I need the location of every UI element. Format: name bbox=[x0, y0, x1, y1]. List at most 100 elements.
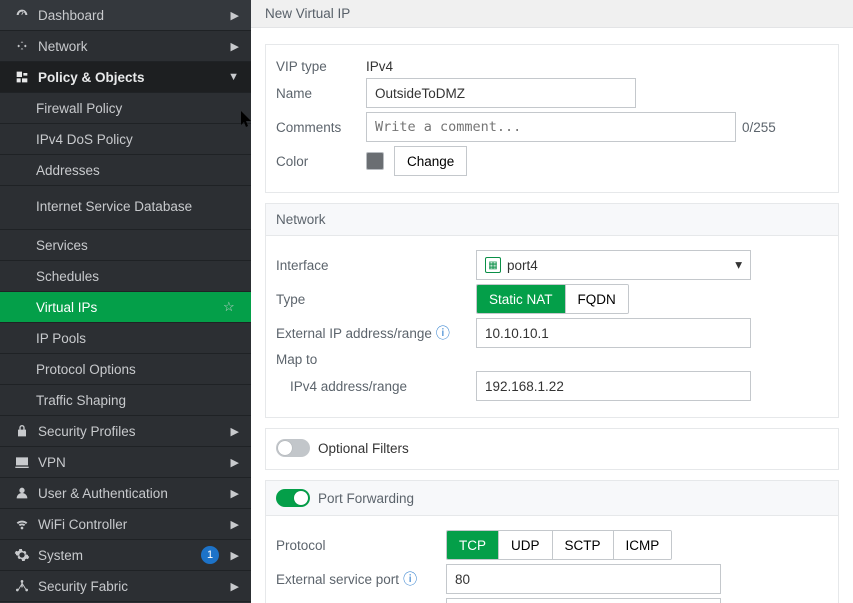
vip-basic-group: VIP type IPv4 Name Comments 0/255 Color bbox=[265, 44, 839, 193]
port-forwarding-label: Port Forwarding bbox=[318, 491, 414, 506]
interface-icon: ▦ bbox=[485, 257, 501, 273]
vip-type-value: IPv4 bbox=[366, 59, 393, 74]
sidebar-item-firewall-policy[interactable]: Firewall Policy bbox=[0, 93, 251, 124]
comments-label: Comments bbox=[276, 120, 366, 135]
external-ip-input[interactable] bbox=[476, 318, 751, 348]
change-color-button[interactable]: Change bbox=[394, 146, 467, 176]
nav-label: WiFi Controller bbox=[32, 517, 225, 532]
comments-input[interactable] bbox=[366, 112, 736, 142]
sidebar: Dashboard ▶ Network ▶ Policy & Objects ▼… bbox=[0, 0, 251, 603]
nav-label: System bbox=[32, 548, 201, 563]
interface-value: port4 bbox=[507, 258, 538, 273]
favorite-icon[interactable]: ☆ bbox=[223, 299, 239, 315]
sidebar-item-internet-service-db[interactable]: Internet Service Database bbox=[0, 186, 251, 230]
type-label: Type bbox=[276, 292, 476, 307]
chevron-right-icon: ▶ bbox=[225, 9, 239, 22]
dashboard-icon bbox=[12, 7, 32, 23]
sidebar-item-label: Virtual IPs bbox=[36, 300, 223, 315]
nav-label: Policy & Objects bbox=[32, 70, 225, 85]
optional-filters-toggle[interactable] bbox=[276, 439, 310, 457]
sidebar-item-label: Firewall Policy bbox=[36, 101, 239, 116]
external-ip-label: External IP address/rangeⓘ bbox=[276, 323, 476, 343]
chevron-right-icon: ▶ bbox=[225, 425, 239, 438]
chevron-right-icon: ▶ bbox=[225, 518, 239, 531]
color-swatch bbox=[366, 152, 384, 170]
sidebar-item-protocol-options[interactable]: Protocol Options bbox=[0, 354, 251, 385]
optional-filters-label: Optional Filters bbox=[318, 441, 409, 456]
info-icon[interactable]: ⓘ bbox=[436, 325, 450, 341]
lock-icon bbox=[12, 423, 32, 439]
external-port-label: External service portⓘ bbox=[276, 569, 446, 589]
chevron-right-icon: ▶ bbox=[225, 549, 239, 562]
name-label: Name bbox=[276, 86, 366, 101]
sidebar-item-label: Services bbox=[36, 238, 239, 253]
network-group: Network Interface ▦ port4 ▾ Type bbox=[265, 203, 839, 418]
sidebar-item-ip-pools[interactable]: IP Pools bbox=[0, 323, 251, 354]
chevron-down-icon: ▾ bbox=[735, 257, 742, 273]
ipv4-range-input[interactable] bbox=[476, 371, 751, 401]
sidebar-item-label: Addresses bbox=[36, 163, 239, 178]
nav-label: Dashboard bbox=[32, 8, 225, 23]
network-icon bbox=[12, 38, 32, 54]
chevron-right-icon: ▶ bbox=[225, 456, 239, 469]
sidebar-item-label: IPv4 DoS Policy bbox=[36, 132, 239, 147]
protocol-tcp-button[interactable]: TCP bbox=[447, 531, 498, 559]
sidebar-item-services[interactable]: Services bbox=[0, 230, 251, 261]
nav-wifi-controller[interactable]: WiFi Controller ▶ bbox=[0, 509, 251, 540]
nav-user-auth[interactable]: User & Authentication ▶ bbox=[0, 478, 251, 509]
external-port-input[interactable] bbox=[446, 564, 721, 594]
protocol-udp-button[interactable]: UDP bbox=[498, 531, 552, 559]
nav-policy-objects[interactable]: Policy & Objects ▼ bbox=[0, 62, 251, 93]
nav-security-fabric[interactable]: Security Fabric ▶ bbox=[0, 571, 251, 602]
chevron-right-icon: ▶ bbox=[225, 487, 239, 500]
vpn-icon bbox=[12, 454, 32, 470]
sidebar-item-ipv4-dos[interactable]: IPv4 DoS Policy bbox=[0, 124, 251, 155]
sidebar-item-virtual-ips[interactable]: Virtual IPs ☆ bbox=[0, 292, 251, 323]
map-port-input[interactable] bbox=[446, 598, 721, 603]
type-fqdn-button[interactable]: FQDN bbox=[565, 285, 628, 313]
ipv4-range-label: IPv4 address/range bbox=[276, 379, 476, 394]
type-static-nat-button[interactable]: Static NAT bbox=[477, 285, 565, 313]
protocol-label: Protocol bbox=[276, 538, 446, 553]
nav-security-profiles[interactable]: Security Profiles ▶ bbox=[0, 416, 251, 447]
port-forwarding-group: Port Forwarding Protocol TCP UDP SCTP IC… bbox=[265, 480, 839, 603]
sidebar-item-addresses[interactable]: Addresses bbox=[0, 155, 251, 186]
sidebar-item-schedules[interactable]: Schedules bbox=[0, 261, 251, 292]
sidebar-item-label: IP Pools bbox=[36, 331, 239, 346]
vip-type-label: VIP type bbox=[276, 59, 366, 74]
chevron-down-icon: ▼ bbox=[225, 71, 239, 83]
nav-system[interactable]: System 1 ▶ bbox=[0, 540, 251, 571]
port-forwarding-toggle[interactable] bbox=[276, 489, 310, 507]
name-input[interactable] bbox=[366, 78, 636, 108]
info-icon[interactable]: ⓘ bbox=[403, 571, 417, 587]
map-to-label: Map to bbox=[276, 352, 476, 367]
notification-badge: 1 bbox=[201, 546, 219, 564]
nav-dashboard[interactable]: Dashboard ▶ bbox=[0, 0, 251, 31]
protocol-segment: TCP UDP SCTP ICMP bbox=[446, 530, 672, 560]
sidebar-item-label: Protocol Options bbox=[36, 362, 239, 377]
protocol-icmp-button[interactable]: ICMP bbox=[613, 531, 672, 559]
gear-icon bbox=[12, 547, 32, 563]
nav-label: Security Fabric bbox=[32, 579, 225, 594]
interface-select[interactable]: ▦ port4 ▾ bbox=[476, 250, 751, 280]
page-title: New Virtual IP bbox=[251, 0, 853, 28]
protocol-sctp-button[interactable]: SCTP bbox=[552, 531, 613, 559]
network-heading: Network bbox=[266, 204, 838, 236]
color-label: Color bbox=[276, 154, 366, 169]
interface-label: Interface bbox=[276, 258, 476, 273]
nav-label: Network bbox=[32, 39, 225, 54]
nav-label: User & Authentication bbox=[32, 486, 225, 501]
policy-objects-icon bbox=[12, 69, 32, 85]
nav-network[interactable]: Network ▶ bbox=[0, 31, 251, 62]
chevron-right-icon: ▶ bbox=[225, 40, 239, 53]
sidebar-item-label: Traffic Shaping bbox=[36, 393, 239, 408]
comments-counter: 0/255 bbox=[742, 120, 776, 135]
user-icon bbox=[12, 485, 32, 501]
sidebar-item-traffic-shaping[interactable]: Traffic Shaping bbox=[0, 385, 251, 416]
sidebar-item-label: Internet Service Database bbox=[36, 199, 239, 215]
nav-label: VPN bbox=[32, 455, 225, 470]
nav-label: Security Profiles bbox=[32, 424, 225, 439]
sidebar-item-label: Schedules bbox=[36, 269, 239, 284]
chevron-right-icon: ▶ bbox=[225, 580, 239, 593]
nav-vpn[interactable]: VPN ▶ bbox=[0, 447, 251, 478]
